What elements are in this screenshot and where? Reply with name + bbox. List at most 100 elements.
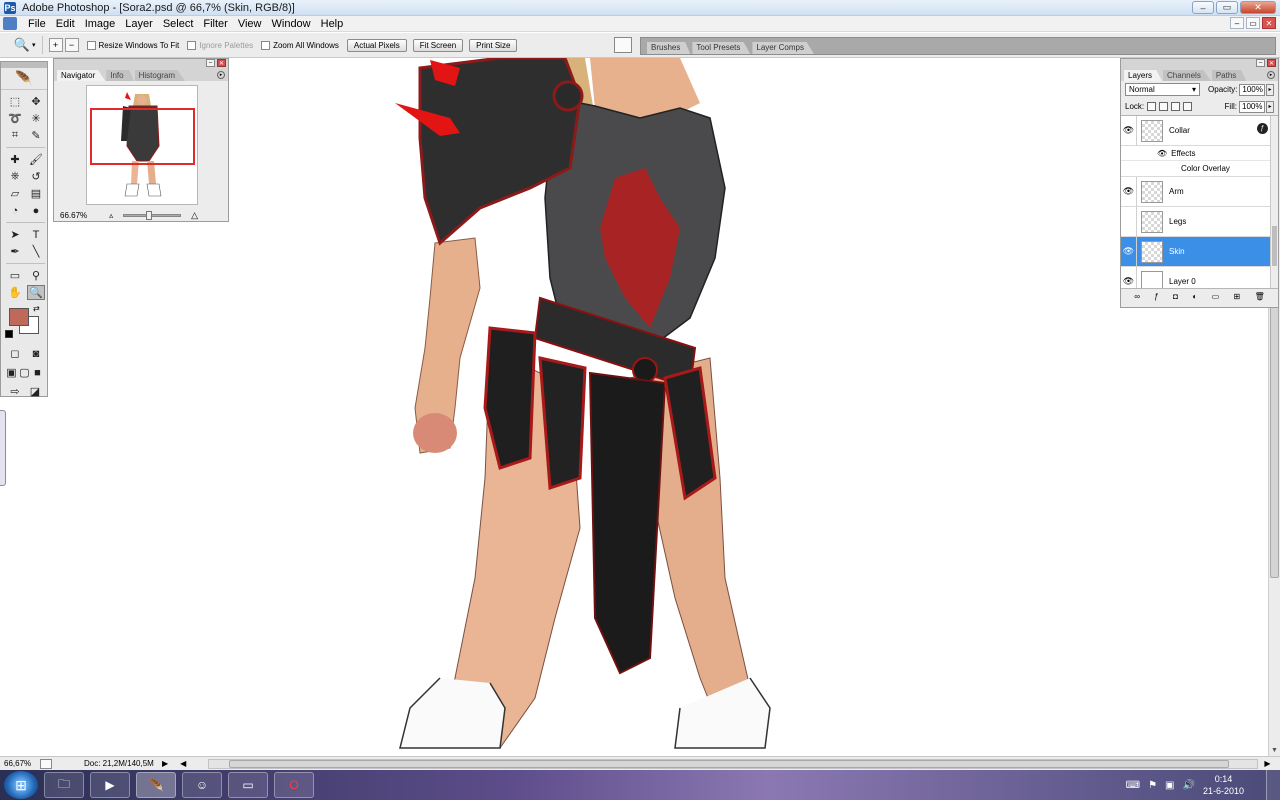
status-zoom[interactable]: 66,67%: [0, 759, 36, 768]
fit-screen-button[interactable]: Fit Screen: [412, 38, 464, 52]
layer-row-legs[interactable]: 👁 Legs: [1121, 206, 1278, 237]
network-icon[interactable]: ⚑: [1148, 780, 1157, 791]
jump-to-imageready-icon[interactable]: ⇨: [6, 384, 24, 399]
tab-navigator[interactable]: Navigator: [57, 70, 106, 81]
new-fill-adjustment-icon[interactable]: ◐: [1192, 292, 1197, 301]
layer-row-layer-0[interactable]: 👁 Layer 0: [1121, 266, 1278, 288]
eye-icon[interactable]: 👁: [1121, 116, 1137, 146]
volume-icon[interactable]: 🔊: [1183, 780, 1195, 791]
zoom-tool-icon[interactable]: 🔍: [27, 285, 45, 300]
new-layer-icon[interactable]: ⊞: [1234, 292, 1241, 301]
show-desktop-button[interactable]: [1266, 770, 1280, 800]
menu-image[interactable]: Image: [80, 18, 121, 30]
menu-window[interactable]: Window: [267, 18, 316, 30]
foreground-color-swatch[interactable]: [9, 308, 29, 326]
display-icon[interactable]: ▣: [1165, 780, 1174, 791]
pen-tool-icon[interactable]: ✒: [6, 244, 24, 259]
magic-wand-tool-icon[interactable]: ✳: [27, 111, 45, 126]
messenger-icon[interactable]: ☺: [182, 772, 222, 798]
tab-channels[interactable]: Channels: [1163, 70, 1211, 81]
add-mask-icon[interactable]: ◘: [1173, 292, 1178, 301]
quick-mask-mode-icon[interactable]: ◙: [27, 346, 45, 361]
clock[interactable]: 0:14 21-6-2010: [1203, 773, 1244, 797]
zoom-tool-preset-icon[interactable]: 🔍: [12, 36, 32, 54]
menu-layer[interactable]: Layer: [120, 18, 158, 30]
dodge-tool-icon[interactable]: ●: [27, 203, 45, 218]
minimize-button[interactable]: –: [1192, 1, 1214, 14]
eye-icon[interactable]: 👁: [1121, 266, 1137, 288]
actual-pixels-button[interactable]: Actual Pixels: [346, 38, 407, 52]
brushes-tab[interactable]: Brushes: [647, 42, 691, 54]
lock-all-icon[interactable]: [1183, 102, 1193, 111]
path-selection-tool-icon[interactable]: ➤: [6, 227, 24, 242]
tab-paths[interactable]: Paths: [1211, 70, 1247, 81]
panel-minimize-button[interactable]: –: [1256, 59, 1265, 67]
eye-icon[interactable]: 👁: [1121, 176, 1137, 207]
zoom-slider[interactable]: [123, 210, 182, 220]
type-tool-icon[interactable]: T: [27, 227, 45, 242]
tab-layers[interactable]: Layers: [1124, 70, 1163, 81]
zoom-in-button[interactable]: +: [48, 38, 63, 52]
lock-position-icon[interactable]: [1171, 102, 1181, 111]
tool-presets-tab[interactable]: Tool Presets: [692, 42, 751, 54]
opera-icon[interactable]: O: [274, 772, 314, 798]
blend-mode-select[interactable]: Normal ▾: [1125, 83, 1201, 96]
eye-hidden-icon[interactable]: 👁: [1121, 206, 1137, 237]
eraser-tool-icon[interactable]: ▱: [6, 186, 24, 201]
effects-row[interactable]: 👁 Effects: [1121, 146, 1278, 161]
panel-title-bar[interactable]: – ✕: [54, 59, 228, 69]
menu-filter[interactable]: Filter: [198, 18, 232, 30]
scroll-left-icon[interactable]: ◀: [174, 759, 192, 768]
panel-minimize-button[interactable]: –: [206, 59, 215, 67]
panel-close-button[interactable]: ✕: [217, 59, 226, 67]
menu-help[interactable]: Help: [316, 18, 349, 30]
print-size-button[interactable]: Print Size: [469, 38, 518, 52]
horizontal-scroll-thumb[interactable]: [229, 759, 1230, 768]
layers-scrollbar[interactable]: [1270, 116, 1278, 288]
effect-color-overlay[interactable]: Color Overlay: [1121, 161, 1278, 177]
window-icon[interactable]: ▭: [228, 772, 268, 798]
zoom-in-large-icon[interactable]: △: [191, 210, 198, 221]
panel-menu-icon[interactable]: ▸: [1267, 71, 1275, 79]
status-preview-icon[interactable]: [40, 758, 52, 769]
eye-icon[interactable]: 👁: [1121, 236, 1137, 267]
navigator-thumbnail[interactable]: [86, 85, 198, 205]
start-button[interactable]: ⊞: [4, 771, 38, 799]
tab-histogram[interactable]: Histogram: [134, 70, 186, 81]
scroll-down-icon[interactable]: ▼: [1271, 747, 1278, 754]
history-brush-tool-icon[interactable]: ↺: [27, 169, 45, 184]
menu-edit[interactable]: Edit: [51, 18, 80, 30]
clone-stamp-tool-icon[interactable]: ⎈: [6, 169, 24, 184]
menu-view[interactable]: View: [233, 18, 267, 30]
horizontal-scrollbar[interactable]: [208, 758, 1259, 769]
zoom-slider-knob[interactable]: [146, 210, 153, 220]
brush-tool-icon[interactable]: 🖌: [27, 152, 45, 167]
swap-colors-icon[interactable]: ⇄: [33, 304, 40, 313]
layer-row-arm[interactable]: 👁 Arm: [1121, 176, 1278, 207]
layer-effects-icon[interactable]: ƒ: [1257, 123, 1268, 134]
imageready-icon[interactable]: ◪: [26, 384, 44, 399]
full-screen-mode-icon[interactable]: ■: [32, 365, 43, 380]
default-colors-icon[interactable]: [5, 330, 13, 338]
adobe-online-icon[interactable]: 🪶: [1, 68, 47, 90]
crop-tool-icon[interactable]: ⌗: [6, 128, 24, 143]
doc-restore-button[interactable]: ▭: [1246, 17, 1260, 29]
scroll-right-icon[interactable]: ▶: [1258, 759, 1276, 768]
keyboard-icon[interactable]: ⌨: [1126, 780, 1140, 791]
gradient-tool-icon[interactable]: ▤: [27, 186, 45, 201]
photoshop-icon[interactable]: 🪶: [136, 772, 176, 798]
close-button[interactable]: ✕: [1240, 1, 1276, 14]
panel-title-bar[interactable]: – ✕: [1121, 59, 1278, 69]
full-screen-menu-mode-icon[interactable]: ▢: [19, 365, 30, 380]
tab-info[interactable]: Info: [106, 70, 134, 81]
vertical-scroll-thumb[interactable]: [1270, 298, 1279, 578]
notes-tool-icon[interactable]: ▭: [6, 268, 24, 283]
resize-windows-checkbox[interactable]: Resize Windows To Fit: [86, 40, 179, 50]
doc-close-button[interactable]: ✕: [1262, 17, 1276, 29]
standard-mode-icon[interactable]: ◻: [6, 346, 24, 361]
slice-tool-icon[interactable]: ✎: [27, 128, 45, 143]
restore-button[interactable]: ▭: [1216, 1, 1238, 14]
hand-tool-icon[interactable]: ✋: [6, 285, 24, 300]
checkbox-box[interactable]: [86, 40, 96, 50]
layer-row-skin[interactable]: 👁 Skin: [1121, 236, 1278, 267]
